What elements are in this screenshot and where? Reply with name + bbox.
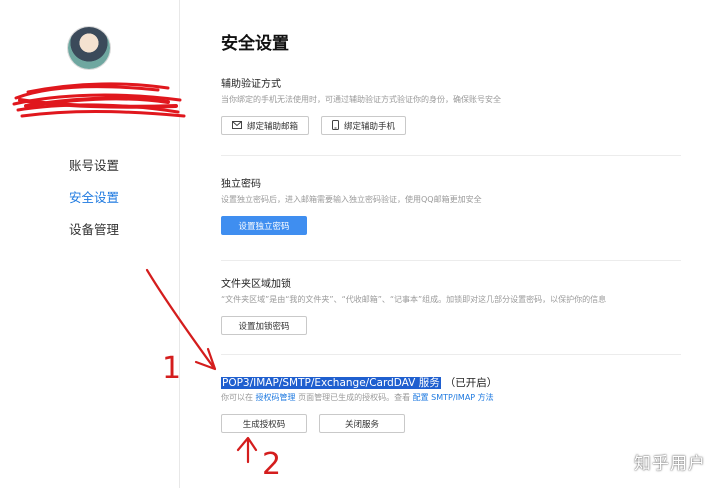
mail-icon [232,120,242,131]
watermark: 知乎用户 [634,454,706,474]
desc-text: 你可以在 [221,393,253,402]
phone-icon [332,119,340,132]
avatar[interactable] [68,27,110,69]
section-desc: 当你绑定的手机无法使用时，可通过辅助验证方式验证你的身份，确保账号安全 [221,95,501,104]
section-desc: 设置独立密码后，进入邮箱需要输入独立密码验证，使用QQ邮箱更加安全 [221,195,482,204]
sidebar-item-account[interactable]: 账号设置 [69,158,119,174]
protocol-service-title: POP3/IMAP/SMTP/Exchange/CardDAV 服务 [221,377,441,389]
redaction-scribble [12,82,186,118]
section-folder-lock: 文件夹区域加锁 “文件夹区域”是由“我的文件夹”、“代收邮箱”、“记事本”组成。… [221,278,681,355]
desc-text: 页面管理已生成的授权码。查看 [298,393,411,402]
bind-aux-phone-label: 绑定辅助手机 [344,120,396,131]
section-title: 辅助验证方式 [221,79,281,90]
sidebar-item-security[interactable]: 安全设置 [69,190,119,206]
set-lock-password-button[interactable]: 设置加锁密码 [221,316,307,335]
section-title: POP3/IMAP/SMTP/Exchange/CardDAV 服务 （已开启） [221,376,681,390]
section-aux-verify: 辅助验证方式 当你绑定的手机无法使用时，可通过辅助验证方式验证你的身份，确保账号… [221,78,681,156]
section-desc: 你可以在 授权码管理 页面管理已生成的授权码。查看 配置 SMTP/IMAP 方… [221,392,681,404]
close-service-button[interactable]: 关闭服务 [319,414,405,433]
bind-aux-email-button[interactable]: 绑定辅助邮箱 [221,116,310,135]
sidebar: 账号设置 安全设置 设备管理 [0,0,186,488]
set-independent-password-button[interactable]: 设置独立密码 [221,216,307,235]
section-protocol-service: POP3/IMAP/SMTP/Exchange/CardDAV 服务 （已开启） … [221,376,681,446]
section-title: 独立密码 [221,179,261,190]
auth-code-manage-link[interactable]: 授权码管理 [256,393,296,402]
service-status: （已开启） [444,377,498,389]
smtp-imap-config-link[interactable]: 配置 SMTP/IMAP 方法 [413,393,494,402]
page-title: 安全设置 [221,34,289,54]
main-content: 安全设置 辅助验证方式 当你绑定的手机无法使用时，可通过辅助验证方式验证你的身份… [181,0,720,488]
section-desc: “文件夹区域”是由“我的文件夹”、“代收邮箱”、“记事本”组成。加锁即对这几部分… [221,295,607,304]
sidebar-nav: 账号设置 安全设置 设备管理 [69,158,119,254]
generate-auth-code-button[interactable]: 生成授权码 [221,414,307,433]
sidebar-item-devices[interactable]: 设备管理 [69,222,119,238]
bind-aux-email-label: 绑定辅助邮箱 [247,120,299,131]
section-independent-password: 独立密码 设置独立密码后，进入邮箱需要输入独立密码验证，使用QQ邮箱更加安全 设… [221,178,681,261]
section-title: 文件夹区域加锁 [221,279,291,290]
bind-aux-phone-button[interactable]: 绑定辅助手机 [321,116,407,135]
